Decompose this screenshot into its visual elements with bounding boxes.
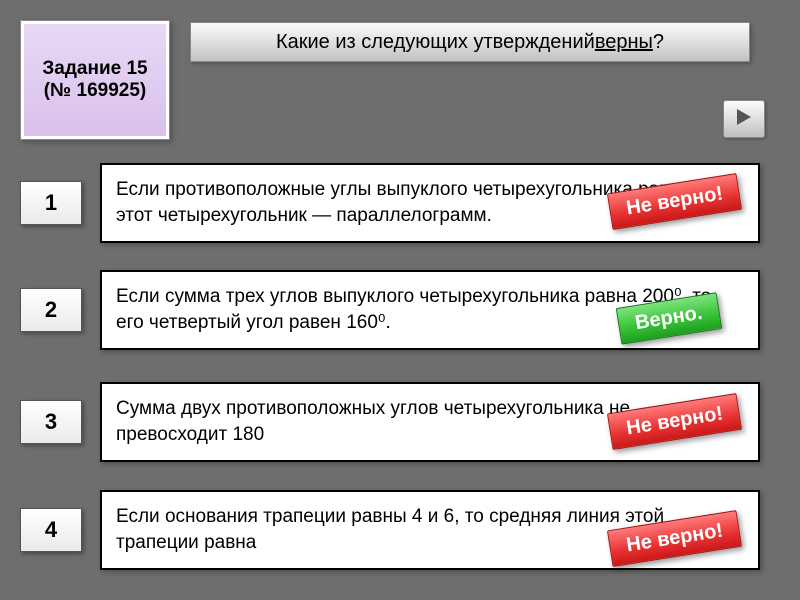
question-bar: Какие из следующих утверждений верны ?: [190, 22, 750, 62]
next-arrow-button[interactable]: [723, 100, 765, 138]
question-prefix: Какие из следующих утверждений: [276, 31, 595, 54]
task-box: Задание 15 (№ 169925): [20, 20, 170, 140]
question-underlined: верны: [595, 31, 653, 54]
arrow-right-icon: [734, 107, 754, 132]
option-number-3[interactable]: 3: [20, 400, 82, 444]
question-suffix: ?: [653, 31, 664, 54]
task-title-line1: Задание 15: [42, 58, 147, 80]
task-title-line2: (№ 169925): [44, 80, 147, 102]
option-number-4[interactable]: 4: [20, 508, 82, 552]
option-number-1[interactable]: 1: [20, 181, 82, 225]
option-number-2[interactable]: 2: [20, 288, 82, 332]
